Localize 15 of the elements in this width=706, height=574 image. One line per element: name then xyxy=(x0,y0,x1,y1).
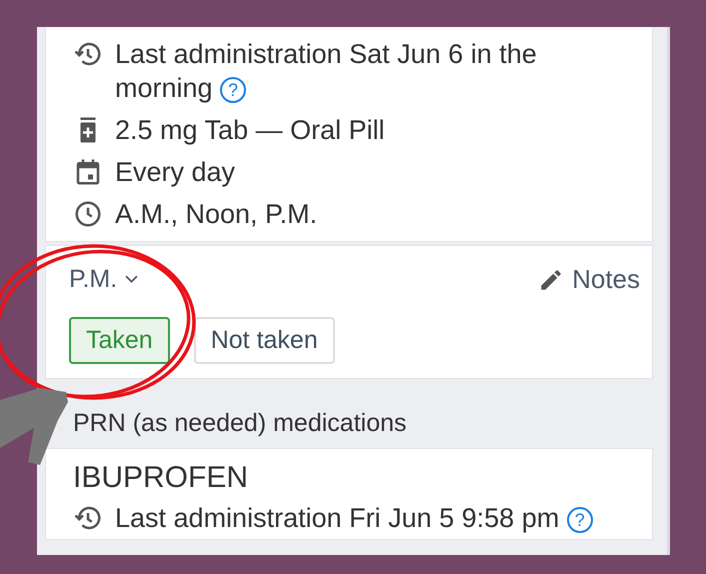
detail-text: 2.5 mg Tab — Oral Pill xyxy=(115,114,386,147)
status-button[interactable]: Not taken xyxy=(194,317,335,364)
section-heading: PRN (as needed) medications xyxy=(72,408,408,439)
detail-text: Last administration Fri Jun 5 9:58 pm ? xyxy=(115,501,628,535)
status-button[interactable]: Taken xyxy=(69,317,170,364)
caret-icon xyxy=(125,275,138,284)
notes-button[interactable]: Notes xyxy=(538,264,640,295)
clock-icon xyxy=(73,199,103,229)
medication-name: IBUPROFEN xyxy=(73,461,250,495)
time-dropdown[interactable]: P.M. xyxy=(69,265,138,294)
detail-text: A.M., Noon, P.M. xyxy=(115,198,318,231)
detail-text: Every day xyxy=(115,156,236,189)
help-icon[interactable]: ? xyxy=(220,76,246,103)
detail-text: Last administration Sat Jun 6 in the morning ? xyxy=(115,38,538,105)
help-icon[interactable]: ? xyxy=(566,506,593,533)
